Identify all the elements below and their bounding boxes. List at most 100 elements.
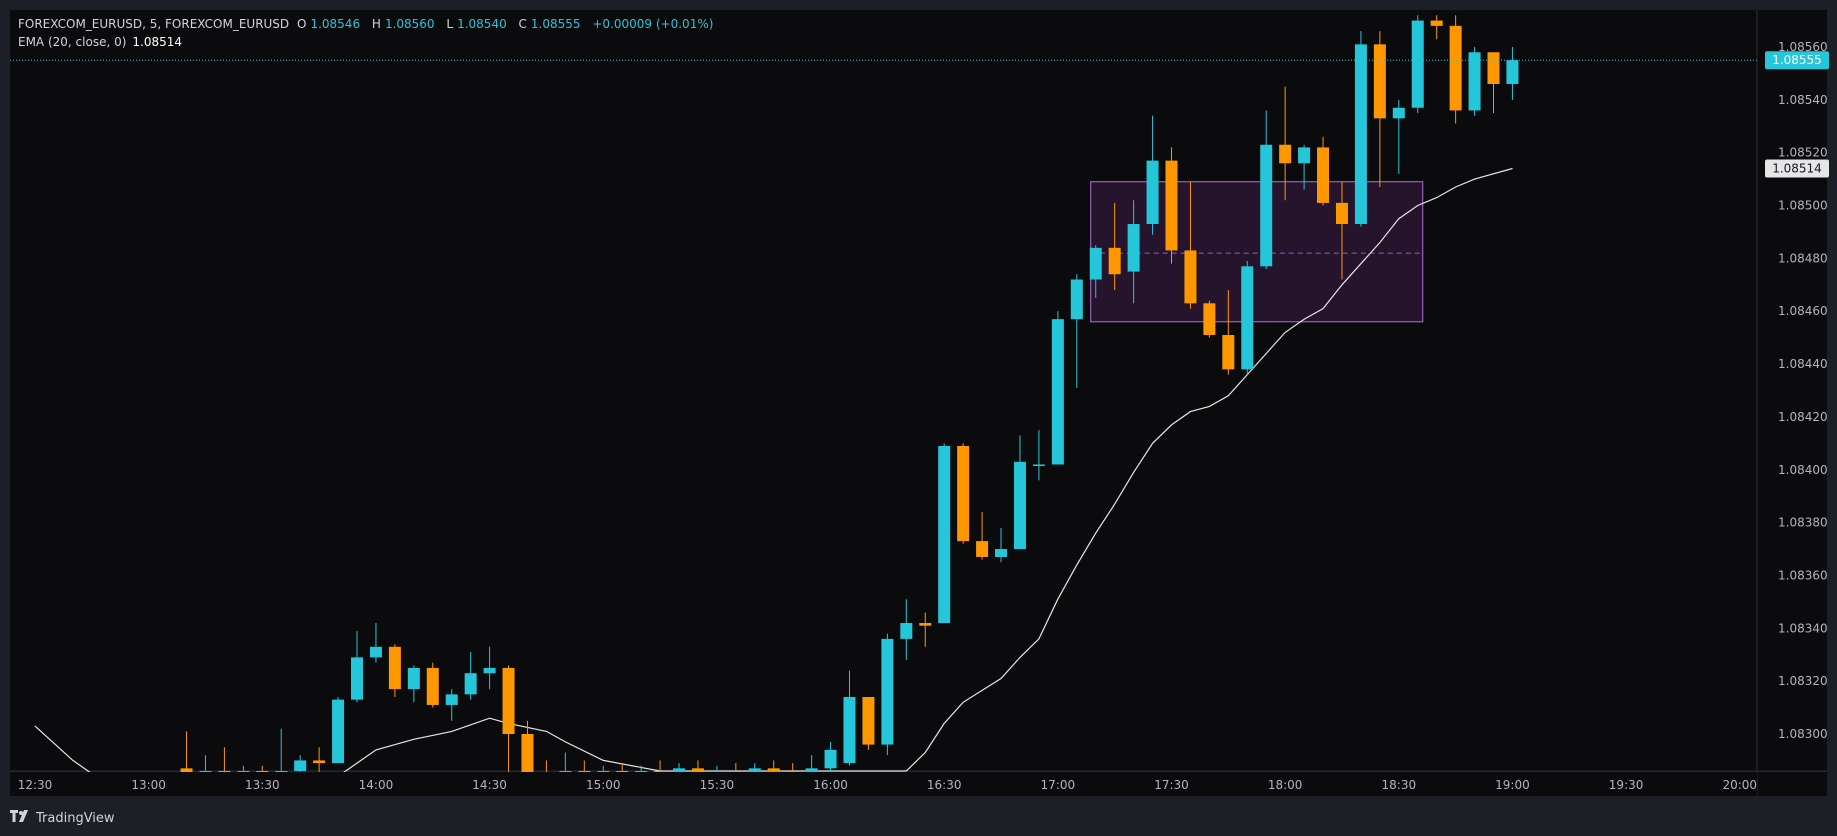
candle-body[interactable]	[426, 667, 439, 705]
candle-body[interactable]	[1335, 202, 1348, 225]
y-tick-label: 1.08380	[1778, 516, 1828, 530]
price-chart[interactable]: 1.08300 1.08320 1.08340 1.08360 1.08380 1.084…	[0, 0, 1837, 836]
candle-body[interactable]	[1184, 250, 1197, 304]
x-tick-label: 19:30	[1609, 778, 1644, 792]
candle-body[interactable]	[1487, 52, 1500, 84]
tradingview-logo-icon	[10, 810, 32, 826]
candle-body[interactable]	[1298, 147, 1311, 164]
y-tick-label: 1.08520	[1778, 146, 1828, 160]
ema-price-badge-label: 1.08514	[1772, 162, 1822, 176]
ema-label: EMA (20, close, 0)	[18, 35, 127, 49]
candle-body[interactable]	[1222, 335, 1235, 370]
candle-body[interactable]	[1051, 319, 1064, 465]
x-tick-label: 19:00	[1495, 778, 1530, 792]
candle-body[interactable]	[1032, 464, 1045, 466]
price-axis[interactable]	[1757, 10, 1827, 771]
candle-body[interactable]	[1146, 160, 1159, 225]
candle-body[interactable]	[1449, 25, 1462, 111]
candle-body[interactable]	[824, 749, 837, 769]
x-tick-label: 15:30	[700, 778, 735, 792]
x-tick-label: 17:30	[1154, 778, 1189, 792]
y-tick-label: 1.08320	[1778, 674, 1828, 688]
candle-body[interactable]	[1013, 461, 1026, 550]
x-tick-label: 18:30	[1382, 778, 1417, 792]
candle-body[interactable]	[1070, 279, 1083, 320]
ema-legend[interactable]: EMA (20, close, 0) 1.08514	[18, 35, 182, 49]
change-value: +0.00009 (+0.01%)	[592, 17, 714, 31]
x-tick-label: 20:00	[1722, 778, 1757, 792]
y-tick-label: 1.08300	[1778, 727, 1828, 741]
x-tick-label: 16:30	[927, 778, 962, 792]
candle-body[interactable]	[1260, 144, 1273, 267]
x-tick-label: 13:00	[131, 778, 166, 792]
candle-body[interactable]	[919, 623, 932, 626]
candle-body[interactable]	[388, 646, 401, 690]
y-tick-label: 1.08340	[1778, 621, 1828, 635]
candle-body[interactable]	[1373, 44, 1386, 119]
ema-value: 1.08514	[132, 35, 183, 49]
y-tick-label: 1.08460	[1778, 304, 1828, 318]
y-tick-label: 1.08360	[1778, 568, 1828, 582]
candle-body[interactable]	[464, 673, 477, 695]
candle-body[interactable]	[767, 768, 780, 771]
candle-body[interactable]	[881, 638, 894, 745]
candle-body[interactable]	[351, 657, 364, 700]
y-tick-label: 1.08480	[1778, 251, 1828, 265]
candle-body[interactable]	[1108, 247, 1121, 275]
symbol-legend: FOREXCOM_EURUSD, 5, FOREXCOM_EURUSD O 1.0…	[18, 17, 717, 31]
candle-body[interactable]	[976, 541, 989, 557]
x-tick-label: 15:00	[586, 778, 621, 792]
candle-body[interactable]	[1354, 44, 1367, 225]
candle-body[interactable]	[1317, 147, 1330, 203]
candle-body[interactable]	[957, 445, 970, 542]
x-tick-label: 18:00	[1268, 778, 1303, 792]
close-label: C	[518, 17, 527, 31]
close-value: 1.08555	[530, 17, 581, 31]
last-price-badge-label: 1.08555	[1772, 53, 1822, 67]
candle-body[interactable]	[938, 445, 951, 624]
low-label: L	[446, 17, 454, 31]
x-tick-label: 12:30	[18, 778, 53, 792]
candle-body[interactable]	[1430, 20, 1443, 26]
y-tick-label: 1.08540	[1778, 93, 1828, 107]
candle-body[interactable]	[313, 760, 326, 764]
x-tick-label: 14:30	[472, 778, 507, 792]
brand-name: TradingView	[36, 810, 115, 826]
candle-body[interactable]	[483, 667, 496, 674]
candle-body[interactable]	[1165, 160, 1178, 251]
range-box[interactable]	[1090, 181, 1424, 323]
candle-body[interactable]	[332, 699, 345, 764]
candle-body[interactable]	[1089, 247, 1102, 280]
candle-body[interactable]	[407, 667, 420, 690]
candle-body[interactable]	[862, 697, 875, 745]
y-tick-label: 1.08400	[1778, 463, 1828, 477]
candle-body[interactable]	[1392, 107, 1405, 119]
candle-body[interactable]	[1203, 303, 1216, 336]
candle-body[interactable]	[995, 549, 1008, 557]
tradingview-brand[interactable]: TradingView	[10, 810, 115, 826]
candle-body[interactable]	[1127, 224, 1140, 272]
symbol-label: FOREXCOM_EURUSD, 5, FOREXCOM_EURUSD	[18, 17, 290, 31]
candle-body[interactable]	[1468, 52, 1481, 111]
y-tick-label: 1.08440	[1778, 357, 1828, 371]
x-tick-label: 14:00	[359, 778, 394, 792]
y-tick-label: 1.08420	[1778, 410, 1828, 424]
candle-body[interactable]	[502, 667, 515, 735]
x-tick-label: 13:30	[245, 778, 280, 792]
x-tick-label: 16:00	[813, 778, 848, 792]
high-value: 1.08560	[384, 17, 435, 31]
candle-body[interactable]	[369, 646, 382, 658]
candle-body[interactable]	[521, 734, 534, 774]
candle-body[interactable]	[900, 623, 913, 639]
candle-body[interactable]	[1411, 20, 1424, 108]
candle-body[interactable]	[445, 694, 458, 705]
open-label: O	[297, 17, 307, 31]
candle-body[interactable]	[294, 760, 307, 771]
candle-body[interactable]	[843, 697, 856, 764]
low-value: 1.08540	[457, 17, 507, 31]
x-tick-label: 17:00	[1041, 778, 1076, 792]
open-value: 1.08546	[310, 17, 361, 31]
candle-body[interactable]	[1279, 144, 1292, 164]
candle-body[interactable]	[1506, 60, 1519, 84]
candle-body[interactable]	[1241, 266, 1254, 370]
